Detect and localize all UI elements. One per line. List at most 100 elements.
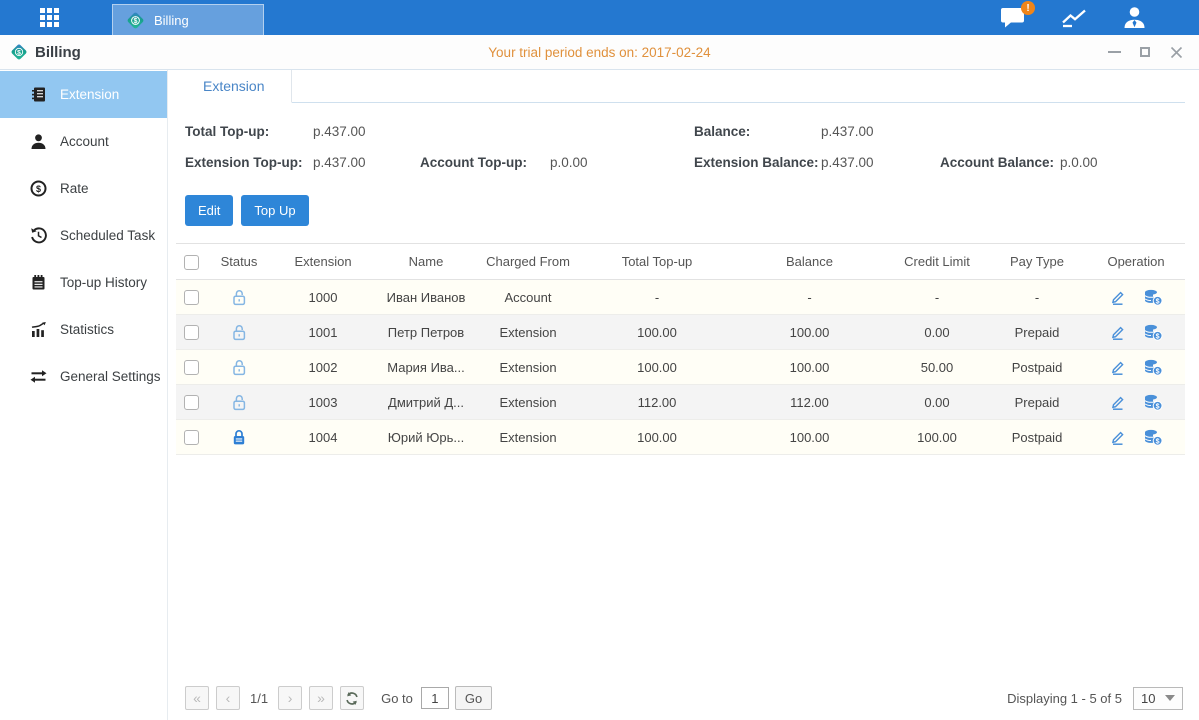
dollar-circle-icon: $ [30, 180, 47, 197]
sidebar-item-label: Top-up History [60, 275, 147, 290]
refresh-button[interactable] [340, 686, 364, 710]
extension-topup-label: Extension Top-up: [185, 155, 313, 170]
minimize-icon[interactable] [1107, 45, 1121, 59]
extension-table-body: 1000 Иван Иванов Account - - - - [176, 280, 1185, 455]
charged-from-cell: Account [474, 280, 582, 315]
name-cell: Мария Ива... [378, 350, 474, 385]
lock-open-icon [231, 359, 247, 376]
goto-label: Go to [381, 691, 413, 706]
go-button[interactable]: Go [455, 686, 492, 710]
table-header-row: Status Extension Name Charged From Total… [176, 244, 1185, 280]
top-up-button[interactable]: Top Up [241, 195, 308, 226]
chevron-down-icon [1165, 695, 1175, 701]
svg-text:$: $ [1156, 298, 1160, 305]
sidebar-item-account[interactable]: Account [0, 118, 167, 165]
svg-text:$: $ [1156, 403, 1160, 410]
total-topup-cell: 100.00 [582, 420, 732, 455]
edit-row-icon[interactable] [1109, 324, 1126, 341]
charged-from-cell: Extension [474, 350, 582, 385]
row-checkbox[interactable] [184, 325, 199, 340]
billing-app-tab[interactable]: $ Billing [112, 4, 264, 35]
ledger-icon [30, 86, 47, 103]
app-tab-label: Billing [154, 13, 189, 28]
edit-row-icon[interactable] [1109, 359, 1126, 376]
header-name: Name [378, 244, 474, 280]
top-up-row-icon[interactable]: $ [1143, 324, 1163, 341]
refresh-icon [345, 691, 359, 706]
edit-row-icon[interactable] [1109, 429, 1126, 446]
credit-limit-cell: 0.00 [887, 385, 987, 420]
edit-row-icon[interactable] [1109, 289, 1126, 306]
next-page-button[interactable]: › [278, 686, 302, 710]
table-row[interactable]: 1003 Дмитрий Д... Extension 112.00 112.0… [176, 385, 1185, 420]
row-checkbox[interactable] [184, 290, 199, 305]
row-checkbox[interactable] [184, 360, 199, 375]
user-icon[interactable] [1122, 6, 1147, 29]
previous-page-button[interactable]: ‹ [216, 686, 240, 710]
row-checkbox[interactable] [184, 430, 199, 445]
total-topup-cell: 100.00 [582, 315, 732, 350]
billing-diamond-icon: $ [10, 43, 28, 61]
extension-table: Status Extension Name Charged From Total… [176, 243, 1185, 455]
extension-topup-value: p.437.00 [313, 155, 420, 170]
goto-page-input[interactable] [421, 687, 449, 709]
messages-icon[interactable]: ! [1000, 7, 1027, 28]
pay-type-cell: Prepaid [987, 315, 1087, 350]
maximize-icon[interactable] [1138, 45, 1152, 59]
close-icon[interactable] [1169, 45, 1183, 59]
summary-panel: Total Top-up: p.437.00 Extension Top-up:… [185, 116, 1185, 178]
svg-text:$: $ [1156, 438, 1160, 445]
charged-from-cell: Extension [474, 420, 582, 455]
top-up-row-icon[interactable]: $ [1143, 394, 1163, 411]
extension-cell: 1003 [268, 385, 378, 420]
sidebar-item-rate[interactable]: $ Rate [0, 165, 167, 212]
table-row[interactable]: 1004 Юрий Юрь... Extension 100.00 100.00… [176, 420, 1185, 455]
sidebar-item-extension[interactable]: Extension [0, 71, 167, 118]
lock-open-icon [231, 289, 247, 306]
select-all-checkbox[interactable] [184, 255, 199, 270]
tab-extension[interactable]: Extension [176, 70, 292, 103]
first-page-button[interactable]: « [185, 686, 209, 710]
total-topup-cell: 112.00 [582, 385, 732, 420]
table-row[interactable]: 1001 Петр Петров Extension 100.00 100.00… [176, 315, 1185, 350]
name-cell: Дмитрий Д... [378, 385, 474, 420]
total-topup-cell: 100.00 [582, 350, 732, 385]
sidebar-item-label: Statistics [60, 322, 114, 337]
balance-cell: 112.00 [732, 385, 887, 420]
window-title-bar: $ Billing Your trial period ends on: 201… [0, 35, 1199, 70]
top-up-row-icon[interactable]: $ [1143, 359, 1163, 376]
balance-cell: 100.00 [732, 420, 887, 455]
account-balance-value: p.0.00 [1060, 155, 1098, 170]
extension-cell: 1001 [268, 315, 378, 350]
last-page-button[interactable]: » [309, 686, 333, 710]
row-checkbox[interactable] [184, 395, 199, 410]
statistics-chart-icon [30, 321, 47, 338]
account-topup-label: Account Top-up: [420, 155, 550, 170]
balance-value: p.437.00 [821, 124, 940, 139]
top-up-row-icon[interactable]: $ [1143, 429, 1163, 446]
credit-limit-cell: 50.00 [887, 350, 987, 385]
sidebar-item-statistics[interactable]: Statistics [0, 306, 167, 353]
page-indicator: 1/1 [250, 691, 268, 706]
app-launcher-grid-icon[interactable] [40, 8, 59, 27]
balance-cell: - [732, 280, 887, 315]
sidebar: Extension Account $ Rate Scheduled Task [0, 70, 168, 720]
pay-type-cell: Postpaid [987, 420, 1087, 455]
edit-row-icon[interactable] [1109, 394, 1126, 411]
sidebar-item-general-settings[interactable]: General Settings [0, 353, 167, 400]
sidebar-item-topup-history[interactable]: Top-up History [0, 259, 167, 306]
edit-button[interactable]: Edit [185, 195, 233, 226]
top-up-row-icon[interactable]: $ [1143, 289, 1163, 306]
total-topup-label: Total Top-up: [185, 124, 313, 139]
account-balance-label: Account Balance: [940, 155, 1060, 170]
resource-monitor-icon[interactable] [1061, 8, 1088, 28]
sidebar-item-scheduled-task[interactable]: Scheduled Task [0, 212, 167, 259]
sidebar-item-label: Rate [60, 181, 89, 196]
header-charged-from: Charged From [474, 244, 582, 280]
table-row[interactable]: 1002 Мария Ива... Extension 100.00 100.0… [176, 350, 1185, 385]
page-size-select[interactable]: 10 [1133, 687, 1183, 710]
sidebar-item-label: Account [60, 134, 109, 149]
header-operation: Operation [1087, 244, 1185, 280]
main-content: Extension Total Top-up: p.437.00 Extensi… [168, 70, 1199, 720]
table-row[interactable]: 1000 Иван Иванов Account - - - - [176, 280, 1185, 315]
